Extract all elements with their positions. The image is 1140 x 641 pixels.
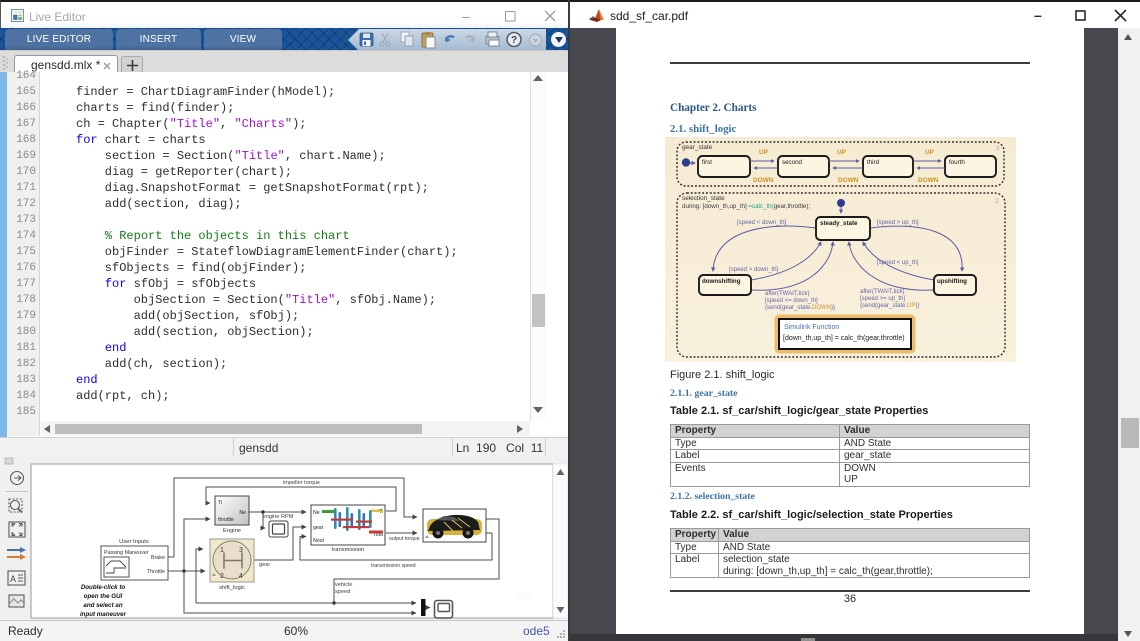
svg-text:DOWN: DOWN xyxy=(918,177,939,184)
svg-text:Engine: Engine xyxy=(223,528,241,534)
svg-text:selection_state: selection_state xyxy=(682,195,725,202)
svg-text:[down_th,up_th] = calc_th(gear: [down_th,up_th] = calc_th(gear,throttle) xyxy=(783,335,905,342)
svg-text:throttle: throttle xyxy=(218,517,234,523)
svg-text:[speed > up_th]: [speed > up_th] xyxy=(877,220,919,226)
svg-text:[speed < down_th]: [speed < down_th] xyxy=(737,220,787,226)
svg-text:[speed <= down_th]: [speed <= down_th] xyxy=(765,298,818,304)
svg-text:vehicle: vehicle xyxy=(335,582,352,588)
svg-text:and select an: and select an xyxy=(83,602,122,609)
svg-text:2: 2 xyxy=(220,573,224,580)
svg-text:DOWN: DOWN xyxy=(838,177,859,184)
svg-text:UP: UP xyxy=(759,149,769,156)
svg-text:upshifting: upshifting xyxy=(937,278,967,285)
svg-text:engine RPM: engine RPM xyxy=(263,514,294,520)
svg-text:2: 2 xyxy=(995,198,999,205)
svg-text:output torque: output torque xyxy=(389,536,420,542)
svg-text:UP: UP xyxy=(837,149,847,156)
svg-text:User Inputs: User Inputs xyxy=(119,539,149,545)
svg-text:open the GUI: open the GUI xyxy=(84,593,123,600)
svg-text:Passing Maneuver: Passing Maneuver xyxy=(104,550,149,556)
svg-text:Ti: Ti xyxy=(218,500,222,506)
svg-text:steady_state: steady_state xyxy=(820,220,858,227)
svg-text:transmission: transmission xyxy=(332,547,365,553)
svg-text:gear: gear xyxy=(259,562,270,568)
svg-text:transmission speed: transmission speed xyxy=(371,563,416,569)
svg-text:fourth: fourth xyxy=(949,159,965,166)
svg-text:DOWN: DOWN xyxy=(753,177,774,184)
svg-text:?: ? xyxy=(511,35,517,46)
svg-text:{send(gear_state.UP)}: {send(gear_state.UP)} xyxy=(860,303,919,309)
svg-text:Double-click to: Double-click to xyxy=(81,584,126,591)
svg-text:Ne: Ne xyxy=(313,510,320,516)
svg-text:A: A xyxy=(10,574,16,584)
svg-text:Nout: Nout xyxy=(313,538,325,544)
svg-text:Brake: Brake xyxy=(151,555,165,561)
svg-text:impeller torque: impeller torque xyxy=(283,480,320,486)
svg-text:downshifting: downshifting xyxy=(702,278,741,285)
svg-text:first: first xyxy=(702,159,712,166)
svg-text:Throttle: Throttle xyxy=(147,569,165,575)
svg-text:Ne: Ne xyxy=(239,510,246,516)
svg-text:[speed < up_th]: [speed < up_th] xyxy=(877,260,919,266)
svg-text:gear: gear xyxy=(313,525,324,531)
svg-text:UP: UP xyxy=(925,149,935,156)
svg-text:gear_state: gear_state xyxy=(682,144,713,151)
svg-text:second: second xyxy=(782,159,803,166)
svg-text:shift_logic: shift_logic xyxy=(219,585,245,591)
svg-text:Simulink Function: Simulink Function xyxy=(784,324,839,331)
svg-text:[speed >= up_th]: [speed >= up_th] xyxy=(860,296,905,302)
svg-text:[speed > down_th]: [speed > down_th] xyxy=(729,267,779,273)
svg-text:speed: speed xyxy=(335,589,350,595)
svg-text:input maneuver: input maneuver xyxy=(80,611,127,618)
svg-text:ⓘⓘ: ⓘⓘ xyxy=(516,592,532,601)
svg-text:{send(gear_state.DOWN)}: {send(gear_state.DOWN)} xyxy=(765,305,835,311)
svg-text:4: 4 xyxy=(239,573,243,580)
svg-text:after(TWAIT,tick): after(TWAIT,tick) xyxy=(860,289,904,295)
svg-text:after(TWAIT,tick): after(TWAIT,tick) xyxy=(765,291,809,297)
svg-text:during: [down_th,up_th] =calc_: during: [down_th,up_th] =calc_th(gear,th… xyxy=(682,203,810,210)
svg-text:third: third xyxy=(867,159,880,166)
